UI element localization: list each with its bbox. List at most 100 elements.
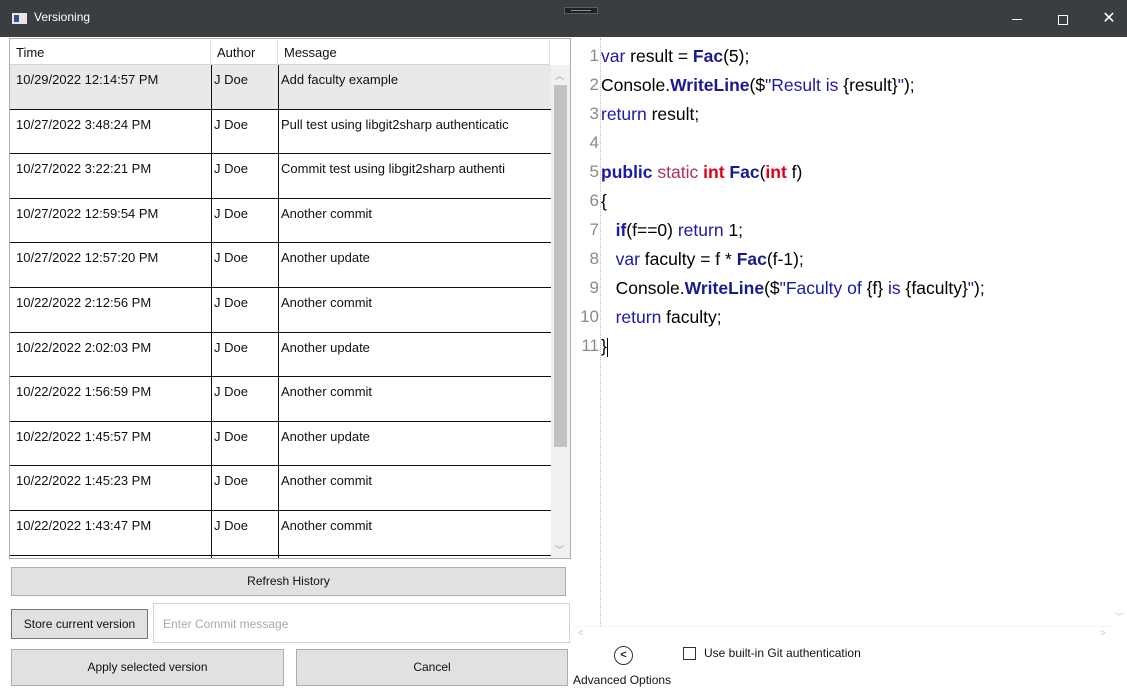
- table-row[interactable]: 10/27/2022 12:59:54 PM J Doe Another commi…: [10, 198, 554, 244]
- git-auth-label[interactable]: Use built-in Git authentication: [704, 646, 861, 660]
- line-number: 8: [589, 249, 599, 268]
- cell-time: 10/22/2022 1:41:56 PM: [10, 556, 211, 558]
- table-row[interactable]: 10/27/2022 3:22:21 PM J Doe Commit test us…: [10, 154, 554, 199]
- refresh-history-button[interactable]: Refresh History: [11, 567, 566, 596]
- cell-author: J Doe: [211, 154, 278, 198]
- code-line-10: return faculty;: [615, 307, 722, 327]
- line-number: 4: [589, 133, 599, 152]
- scroll-down-icon[interactable]: ﹀: [555, 543, 564, 556]
- git-auth-checkbox[interactable]: [683, 647, 696, 660]
- drag-handle-icon[interactable]: [564, 7, 598, 14]
- code-area[interactable]: var result = Fac(5); Console.WriteLine($…: [600, 38, 1110, 628]
- cell-message: Another commit: [278, 377, 554, 421]
- code-line-7: if(f==0) return 1;: [615, 220, 744, 240]
- scrollbar-thumb[interactable]: [554, 85, 567, 447]
- code-line-5: public static int Fac(int f): [601, 162, 803, 182]
- minimize-button[interactable]: [994, 0, 1040, 37]
- cell-time: 10/29/2022 12:14:57 PM: [16, 72, 159, 87]
- cell-author: J Doe: [211, 109, 278, 154]
- maximize-button[interactable]: [1040, 0, 1086, 37]
- store-current-version-button[interactable]: Store current version: [11, 609, 148, 639]
- line-number: 9: [589, 278, 599, 297]
- table-row[interactable]: 10/27/2022 12:57:20 PM J Doe Another updat…: [10, 243, 554, 288]
- cell-message: Another commit: [278, 466, 554, 510]
- line-number: 2: [589, 75, 599, 94]
- cell-author: J Doe: [211, 332, 278, 377]
- code-line-11: }: [601, 336, 608, 357]
- scroll-right-icon[interactable]: >: [1100, 628, 1106, 639]
- editor-vertical-scrollbar[interactable]: ﹀: [1111, 38, 1127, 628]
- table-row[interactable]: 10/22/2022 1:43:47 PM J Doe Another commit: [10, 510, 554, 556]
- chevron-left-circle-icon[interactable]: <: [614, 646, 633, 665]
- commit-message-input[interactable]: Enter Commit message: [153, 603, 570, 643]
- cell-time: 10/27/2022 12:57:20 PM: [16, 250, 159, 266]
- editor-horizontal-scrollbar[interactable]: < >: [575, 626, 1111, 642]
- cell-time: 10/22/2022 2:02:03 PM: [16, 339, 152, 355]
- cell-author: J Doe: [211, 510, 278, 555]
- cell-message: Another commit: [278, 287, 554, 332]
- cell-message: Add faculty example: [278, 65, 554, 109]
- maximize-icon: [1058, 14, 1068, 25]
- line-number: 10: [580, 307, 599, 326]
- cell-author: J Doe: [211, 243, 278, 287]
- table-row[interactable]: 10/22/2022 2:12:56 PM J Doe Another commit: [10, 287, 554, 333]
- code-editor[interactable]: 1 2 3 4 5 6 7 8 9 10 11 var result = Fac(5); Conso…: [575, 38, 1127, 643]
- table-row[interactable]: 10/27/2022 3:48:24 PM J Doe Pull test usin…: [10, 109, 554, 155]
- code-line-1: var result = Fac(5);: [601, 46, 750, 66]
- text-caret: [606, 337, 608, 357]
- table-row[interactable]: 10/22/2022 1:45:23 PM J Doe Another commit: [10, 466, 554, 511]
- line-number: 5: [589, 162, 599, 181]
- table-row[interactable]: 10/22/2022 1:45:57 PM J Doe Another update: [10, 421, 554, 467]
- grid-rows: 10/29/2022 12:14:57 PM J Doe Add faculty e…: [10, 65, 554, 558]
- title-bar: Versioning ✕: [0, 0, 1127, 37]
- cell-author: J Doe: [211, 421, 278, 466]
- cell-time: 10/22/2022 1:45:23 PM: [16, 473, 152, 489]
- cancel-button[interactable]: Cancel: [296, 649, 568, 686]
- code-line-8: var faculty = f * Fac(f-1);: [615, 249, 804, 269]
- close-button[interactable]: ✕: [1086, 0, 1127, 37]
- cell-message: Another update: [278, 421, 554, 466]
- scroll-up-icon[interactable]: ︿: [555, 69, 564, 82]
- advanced-options-label[interactable]: Advanced Options: [573, 673, 671, 687]
- cell-message: Another commit: [278, 555, 554, 558]
- table-row[interactable]: 10/22/2022 1:56:59 PM J Doe Another commit: [10, 377, 554, 422]
- cell-author: J Doe: [211, 287, 278, 332]
- line-number: 3: [589, 104, 599, 123]
- grid-scrollbar[interactable]: ︿ ﹀: [551, 65, 570, 558]
- scroll-down-icon[interactable]: ﹀: [1115, 610, 1124, 623]
- table-row[interactable]: 10/22/2022 2:02:03 PM J Doe Another update: [10, 332, 554, 378]
- line-number: 11: [581, 336, 599, 355]
- code-line-9: Console.WriteLine($"Faculty of {f} is {f…: [601, 278, 985, 298]
- column-header-author[interactable]: Author: [211, 39, 278, 65]
- grid-header: Time Author Message: [10, 39, 550, 65]
- column-header-message[interactable]: Message: [278, 39, 550, 65]
- close-icon: ✕: [1102, 10, 1116, 27]
- apply-selected-version-button[interactable]: Apply selected version: [11, 649, 284, 686]
- cell-message: Pull test using libgit2sharp authenticat…: [278, 109, 554, 154]
- line-number: 6: [589, 191, 599, 210]
- cell-message: Another update: [278, 243, 554, 287]
- cell-time: 10/22/2022 2:12:56 PM: [16, 294, 152, 310]
- cell-time: 10/27/2022 3:22:21 PM: [16, 161, 152, 177]
- cell-time: 10/27/2022 3:48:24 PM: [16, 116, 152, 132]
- code-line-2: Console.WriteLine($"Result is {result}")…: [601, 75, 915, 95]
- cell-author: J Doe: [211, 65, 278, 109]
- cell-time: 10/22/2022 1:45:57 PM: [16, 428, 152, 444]
- line-number-gutter: 1 2 3 4 5 6 7 8 9 10 11: [575, 38, 599, 628]
- column-header-time[interactable]: Time: [10, 39, 211, 65]
- scroll-left-icon[interactable]: <: [578, 628, 584, 639]
- cell-time: 10/22/2022 1:56:59 PM: [16, 384, 152, 400]
- cell-author: J Doe: [211, 466, 278, 510]
- history-grid[interactable]: Time Author Message 10/29/2022 12:14:57 …: [9, 38, 571, 559]
- cell-author: J Doe: [211, 198, 278, 243]
- cell-author: J Doe: [211, 555, 278, 558]
- line-number: 7: [589, 220, 599, 239]
- table-row[interactable]: 10/22/2022 1:41:56 PMJ DoeAnother commit: [10, 555, 554, 558]
- code-line-6: {: [601, 191, 607, 211]
- cell-time: 10/27/2022 12:59:54 PM: [16, 205, 159, 221]
- table-row[interactable]: 10/29/2022 12:14:57 PM J Doe Add faculty e…: [10, 65, 554, 110]
- cell-message: Another commit: [278, 510, 554, 555]
- minimize-icon: [1012, 19, 1022, 21]
- cell-message: Another commit: [278, 198, 554, 243]
